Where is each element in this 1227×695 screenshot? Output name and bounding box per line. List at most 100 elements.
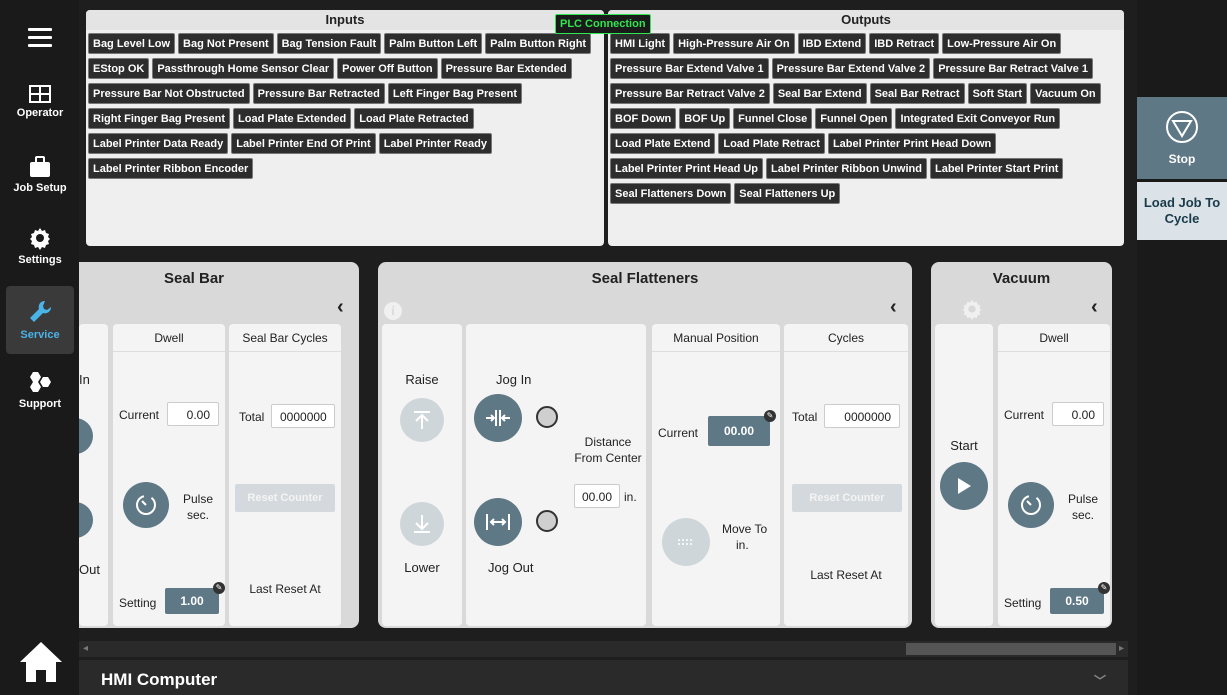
total-value: 0000000 xyxy=(271,404,335,428)
pulse-label: Pulse xyxy=(1068,492,1099,506)
settings-gear-icon[interactable] xyxy=(961,298,983,325)
collapse-chevron-icon[interactable]: ‹ xyxy=(890,296,897,319)
lower-button[interactable] xyxy=(400,502,444,546)
current-value[interactable]: 00.00 xyxy=(708,416,770,446)
stop-button[interactable]: Stop xyxy=(1137,97,1227,179)
grid-icon xyxy=(29,85,51,103)
nav-item-settings[interactable]: Settings xyxy=(6,212,74,280)
io-tag: Bag Not Present xyxy=(178,33,274,54)
collapse-chevron-icon[interactable]: ‹ xyxy=(1091,296,1098,319)
pulse-button[interactable] xyxy=(1008,482,1054,528)
seal-bar-dwell-panel: Dwell Current 0.00 Pulse sec. Setting 1.… xyxy=(113,324,225,626)
jog-in-button[interactable] xyxy=(474,394,522,442)
vacuum-title: Vacuum xyxy=(992,270,1051,287)
nav-item-label: Service xyxy=(20,329,60,341)
gear-icon xyxy=(30,228,50,250)
io-tag: Pressure Bar Retracted xyxy=(252,83,385,104)
scroll-left-arrow-icon[interactable]: ◂ xyxy=(83,643,88,654)
io-tag: IBD Retract xyxy=(869,33,940,54)
jog-out-label-partial: Out xyxy=(79,562,100,577)
vacuum-start-panel: Start xyxy=(935,324,993,626)
setting-value[interactable]: 1.00 xyxy=(165,588,219,614)
arrow-up-to-line-icon xyxy=(414,411,430,429)
manual-position-panel: Manual Position Current 00.00 ✎ Move To … xyxy=(652,324,780,626)
jog-in-label-partial: In xyxy=(79,372,90,387)
edit-pencil-icon[interactable]: ✎ xyxy=(764,410,776,422)
horizontal-scrollbar[interactable]: ◂ ▸ xyxy=(79,641,1128,657)
info-icon[interactable]: i xyxy=(384,302,402,320)
reset-counter-button[interactable]: Reset Counter xyxy=(792,484,902,512)
current-label: Current xyxy=(658,426,699,440)
sec-label: sec. xyxy=(1072,508,1095,522)
io-tag: HMI Light xyxy=(610,33,671,54)
inputs-panel: Inputs Bag Level Low Bag Not Present Bag T… xyxy=(86,10,604,246)
seal-flatteners-card: Seal Flatteners i ‹ Raise Lower Jog In D… xyxy=(378,262,912,628)
current-value: 0.00 xyxy=(1052,402,1104,426)
scrollbar-thumb[interactable] xyxy=(906,643,1116,655)
cycles-header: Cycles xyxy=(784,324,908,352)
vacuum-dwell-panel: Dwell Current 0.00 Pulse sec. Setting 0.… xyxy=(998,324,1110,626)
io-tag: Label Printer End Of Print xyxy=(231,133,376,154)
io-tag: Integrated Exit Conveyor Run xyxy=(895,108,1061,129)
nav-item-label: Support xyxy=(18,398,62,410)
collapse-chevron-icon[interactable]: ‹ xyxy=(337,296,344,319)
outputs-title: Outputs xyxy=(608,10,1124,30)
seal-bar-cycles-panel: Seal Bar Cycles Total 0000000 Reset Coun… xyxy=(229,324,341,626)
inputs-title: Inputs xyxy=(86,10,604,30)
jog-in-status-indicator xyxy=(536,406,558,428)
io-tag: Passthrough Home Sensor Clear xyxy=(152,58,335,79)
manual-position-header: Manual Position xyxy=(652,324,780,352)
io-tag: Palm Button Left xyxy=(384,33,483,54)
edit-pencil-icon[interactable]: ✎ xyxy=(1098,582,1110,594)
pulse-button[interactable] xyxy=(123,482,169,528)
nav-item-label: Settings xyxy=(18,254,62,266)
current-label: Current xyxy=(1004,408,1045,422)
edit-pencil-icon[interactable]: ✎ xyxy=(213,582,225,594)
hamburger-menu-icon[interactable] xyxy=(28,28,52,48)
plc-connection-badge: PLC Connection xyxy=(555,14,651,34)
reset-counter-button[interactable]: Reset Counter xyxy=(235,484,335,512)
jog-out-status-indicator xyxy=(536,510,558,532)
raise-label: Raise xyxy=(405,372,439,387)
load-job-to-cycle-button[interactable]: Load Job To Cycle xyxy=(1137,182,1227,240)
io-tag: Seal Bar Extend xyxy=(772,83,867,104)
hmi-computer-bar[interactable]: HMI Computer ﹀ xyxy=(79,660,1128,695)
seal-bar-title: Seal Bar xyxy=(163,270,225,287)
last-reset-label: Last Reset At xyxy=(249,582,321,596)
jog-in-button-partial[interactable] xyxy=(79,418,93,454)
total-label: Total xyxy=(239,410,265,424)
current-value: 0.00 xyxy=(167,402,219,426)
nav-item-operator[interactable]: Operator xyxy=(6,68,74,136)
io-tag: Vacuum On xyxy=(1030,83,1101,104)
home-icon[interactable] xyxy=(18,640,64,689)
jog-out-button[interactable] xyxy=(474,498,522,546)
io-tag: Bag Tension Fault xyxy=(276,33,382,54)
setting-label: Setting xyxy=(1004,596,1042,610)
chevron-down-icon[interactable]: ﹀ xyxy=(1094,672,1106,689)
io-tag: Label Printer Print Head Up xyxy=(610,158,764,179)
nav-item-service[interactable]: Service xyxy=(6,286,74,354)
seal-flatteners-title: Seal Flatteners xyxy=(591,270,699,287)
dots-icon xyxy=(678,539,692,545)
current-label: Current xyxy=(119,408,160,422)
io-tag: Power Off Button xyxy=(337,58,438,79)
raise-lower-panel: Raise Lower xyxy=(382,324,462,626)
nav-item-label: Operator xyxy=(16,107,64,119)
scroll-right-arrow-icon[interactable]: ▸ xyxy=(1119,643,1124,654)
io-tag: Pressure Bar Extended xyxy=(440,58,572,79)
jog-out-button-partial[interactable] xyxy=(79,502,93,538)
setting-value[interactable]: 0.50 xyxy=(1050,588,1104,614)
io-tag: Seal Flatteners Down xyxy=(610,183,732,204)
io-tag: Pressure Bar Retract Valve 1 xyxy=(933,58,1094,79)
io-tag: Load Plate Retract xyxy=(718,133,825,154)
jog-out-icon xyxy=(486,514,510,530)
raise-button[interactable] xyxy=(400,398,444,442)
nav-item-job-setup[interactable]: Job Setup xyxy=(6,141,74,209)
io-tag: Soft Start xyxy=(967,83,1028,104)
move-to-label: Move To xyxy=(722,522,768,536)
move-to-button[interactable] xyxy=(662,518,710,566)
start-button[interactable] xyxy=(940,462,988,510)
nav-item-support[interactable]: Support xyxy=(6,356,74,424)
jog-in-icon xyxy=(486,410,510,426)
io-tag: Label Printer Data Ready xyxy=(88,133,229,154)
